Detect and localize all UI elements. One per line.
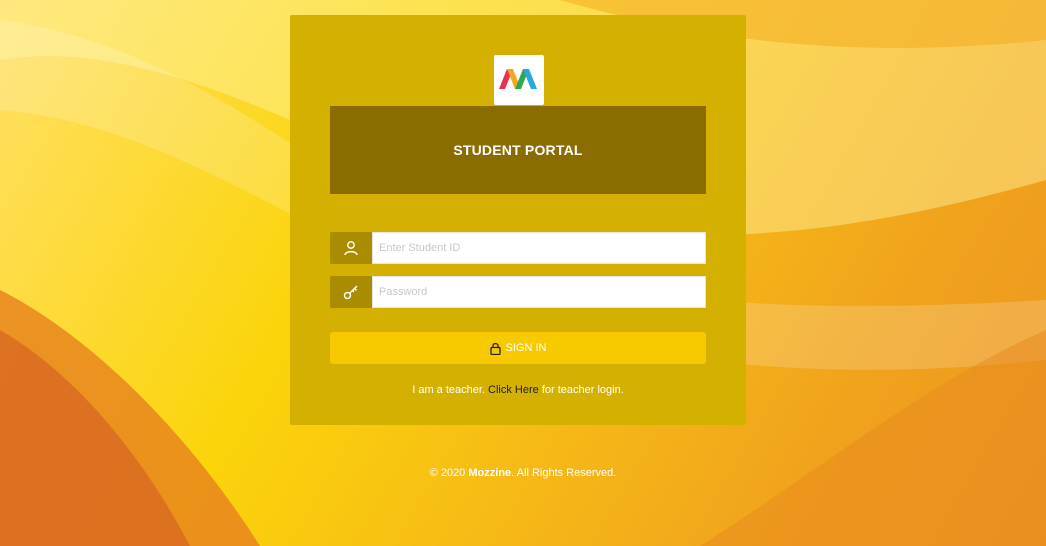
password-group xyxy=(330,276,706,308)
sign-in-button[interactable]: SIGN IN xyxy=(330,332,706,364)
teacher-login-text: I am a teacher. Click Here for teacher l… xyxy=(290,384,746,396)
student-id-group xyxy=(330,232,706,264)
footer: © 2020 Mozzine. All Rights Reserved. xyxy=(0,467,1046,479)
password-addon xyxy=(330,276,372,308)
password-input[interactable] xyxy=(372,276,706,308)
portal-header: STUDENT PORTAL xyxy=(330,106,706,194)
sign-in-label: SIGN IN xyxy=(505,342,547,354)
footer-copyright: © 2020 xyxy=(429,467,466,479)
page-title: STUDENT PORTAL xyxy=(453,142,583,158)
key-icon xyxy=(343,285,358,300)
logo xyxy=(494,55,544,105)
footer-rights: . All Rights Reserved. xyxy=(511,467,617,479)
teacher-suffix: for teacher login. xyxy=(541,384,624,396)
student-id-input[interactable] xyxy=(372,232,706,264)
user-icon xyxy=(344,241,358,256)
login-card: STUDENT PORTAL SIGN IN I am xyxy=(290,15,746,425)
student-id-addon xyxy=(330,232,372,264)
teacher-login-link[interactable]: Click Here xyxy=(488,384,539,396)
lock-icon xyxy=(489,342,501,355)
mozzine-logo-icon xyxy=(499,69,537,89)
teacher-prefix: I am a teacher. xyxy=(412,384,485,396)
footer-brand: Mozzine xyxy=(468,467,512,479)
